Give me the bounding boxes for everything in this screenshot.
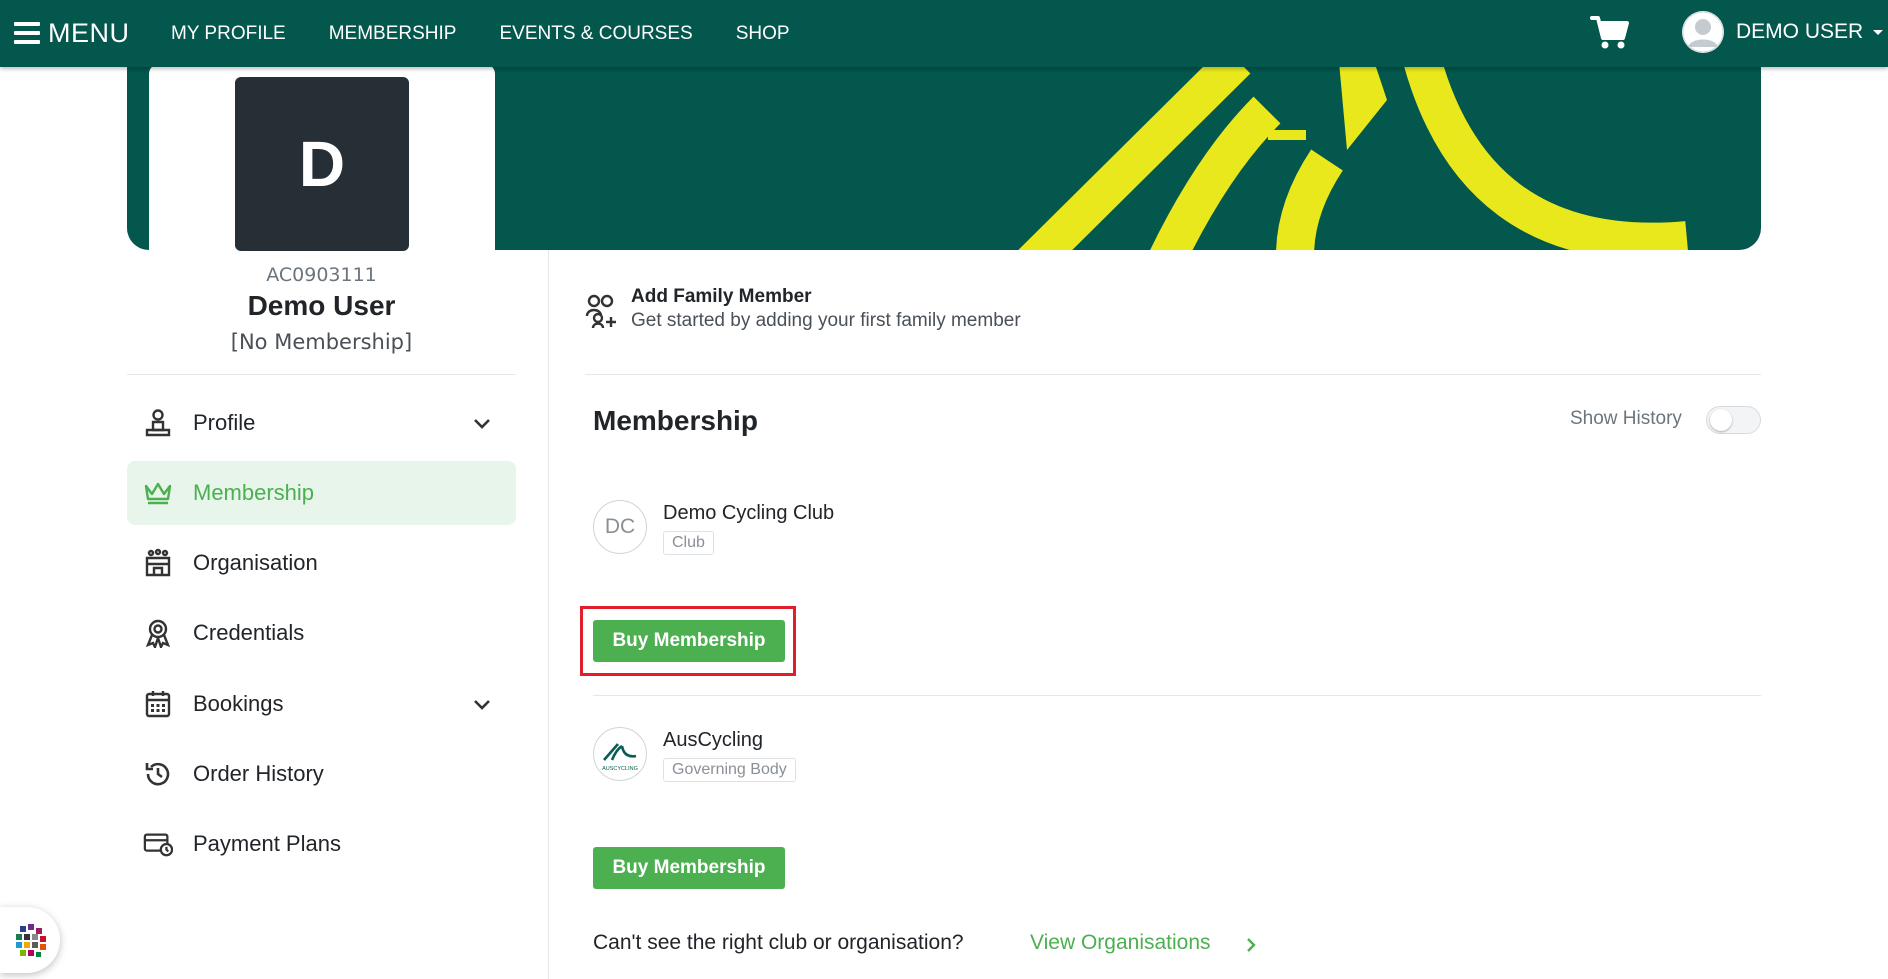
org-auscycling: AUSCYCLING AusCycling Governing Body (593, 727, 796, 782)
buy-membership-button-auscycling[interactable]: Buy Membership (593, 847, 785, 889)
member-name: Demo User (247, 290, 396, 321)
nav-my-profile[interactable]: MY PROFILE (171, 23, 286, 45)
auscycling-logo-text: AUSCYCLING (602, 766, 638, 772)
sidebar-item-bookings[interactable]: Bookings (127, 672, 516, 736)
sidebar-item-membership[interactable]: Membership (127, 461, 516, 525)
sidebar-item-credentials[interactable]: Credentials (127, 601, 516, 665)
nav-shop[interactable]: SHOP (736, 23, 790, 45)
sidebar-item-label: Payment Plans (193, 831, 341, 856)
user-avatar-icon (1682, 11, 1724, 53)
add-family-member[interactable]: Add Family Member Get started by adding … (585, 286, 1021, 332)
org-type-badge: Governing Body (663, 758, 796, 782)
user-name: DEMO USER (1736, 20, 1864, 43)
organisation-icon (143, 548, 173, 578)
accessibility-widget[interactable] (0, 907, 60, 973)
org-initials-avatar: DC (593, 500, 647, 554)
member-id: AC0903111 (266, 264, 377, 286)
history-icon (143, 759, 173, 789)
toggle-knob (1710, 409, 1732, 431)
widget-logo-icon (16, 924, 46, 957)
sidebar-item-profile[interactable]: Profile (127, 391, 516, 455)
show-history-label: Show History (1570, 408, 1682, 429)
payment-plan-icon (143, 829, 173, 859)
chevron-down-icon (474, 419, 490, 429)
profile-card: D (149, 64, 495, 254)
nav-membership[interactable]: MEMBERSHIP (329, 23, 457, 45)
divider (585, 374, 1761, 375)
add-family-title: Add Family Member (631, 286, 812, 307)
org-demo-cycling-club: DC Demo Cycling Club Club (593, 500, 834, 555)
profile-avatar: D (235, 77, 409, 251)
buy-membership-button[interactable]: Buy Membership (593, 620, 785, 662)
add-family-subtitle: Get started by adding your first family … (631, 310, 1021, 331)
sidebar-item-label: Organisation (193, 550, 318, 575)
divider (593, 695, 1761, 696)
calendar-icon (143, 689, 173, 719)
top-navbar: MENU MY PROFILE MEMBERSHIP EVENTS & COUR… (0, 0, 1888, 67)
menu-button[interactable]: MENU (14, 14, 130, 52)
menu-label: MENU (48, 17, 130, 48)
auscycling-logo: AUSCYCLING (593, 727, 647, 781)
org-type-badge: Club (663, 531, 714, 555)
org-name: Demo Cycling Club (663, 502, 835, 524)
sidebar-item-label: Membership (193, 480, 315, 505)
show-history-toggle[interactable] (1706, 406, 1761, 434)
chevron-down-icon (474, 700, 490, 710)
cart-icon[interactable] (1590, 14, 1630, 50)
crown-icon (143, 478, 173, 508)
sidebar-item-organisation[interactable]: Organisation (127, 531, 516, 595)
sidebar-item-order-history[interactable]: Order History (127, 742, 516, 806)
footer-question: Can't see the right club or organisation… (593, 931, 964, 954)
family-add-icon (585, 292, 619, 330)
award-icon (143, 618, 173, 648)
nav-events-courses[interactable]: EVENTS & COURSES (499, 23, 692, 45)
divider (127, 374, 516, 375)
hamburger-icon (14, 22, 40, 44)
membership-status: [No Membership] (230, 330, 413, 354)
sidebar-item-label: Credentials (193, 620, 305, 645)
sidebar-item-payment-plans[interactable]: Payment Plans (127, 812, 516, 876)
caret-down-icon (1873, 29, 1884, 35)
sidebar-item-label: Order History (193, 761, 324, 786)
user-menu[interactable]: DEMO USER (1682, 10, 1884, 54)
nav-links: MY PROFILE MEMBERSHIP EVENTS & COURSES S… (171, 0, 833, 67)
sidebar-item-label: Profile (193, 410, 256, 435)
view-organisations-link[interactable]: View Organisations (1030, 931, 1211, 955)
org-name: AusCycling (663, 729, 764, 751)
sidebar-item-label: Bookings (193, 691, 284, 716)
chevron-right-icon[interactable] (1244, 936, 1258, 954)
divider (548, 250, 549, 979)
profile-icon (143, 408, 173, 438)
membership-title: Membership (593, 405, 758, 436)
